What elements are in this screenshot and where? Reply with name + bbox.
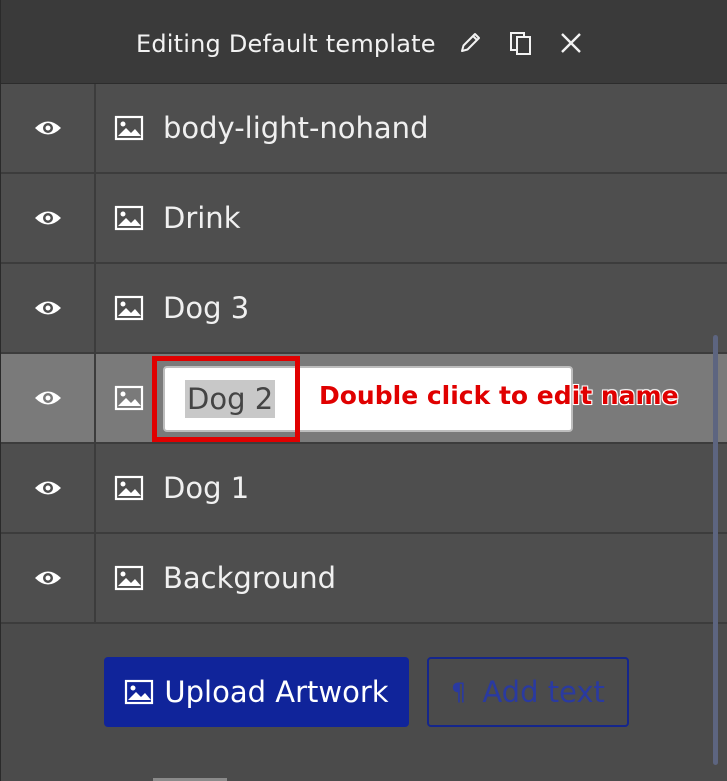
upload-artwork-label: Upload Artwork <box>164 675 389 709</box>
layer-name: Background <box>163 561 337 595</box>
visibility-toggle[interactable] <box>1 534 96 622</box>
layer-row[interactable]: body-light-nohand <box>1 84 727 174</box>
eye-icon <box>34 481 61 495</box>
layer-name: Dog 3 <box>163 291 250 325</box>
eye-icon <box>34 301 61 315</box>
layer-name-selected-text[interactable]: Dog 2 <box>185 380 276 418</box>
layer-row[interactable]: Dog 1 <box>1 444 727 534</box>
visibility-toggle[interactable] <box>1 444 96 532</box>
image-icon <box>114 565 144 591</box>
layer-row[interactable]: Dog 3 <box>1 264 727 354</box>
layer-list: body-light-nohand Drink Dog 3 Dog 2 Doub… <box>1 84 727 624</box>
annotation-callout: Double click to edit name <box>319 381 679 410</box>
close-icon <box>561 33 581 53</box>
layer-row-selected[interactable]: Dog 2 Double click to edit name <box>1 354 727 444</box>
add-text-label: Add text <box>482 675 605 709</box>
layer-name: body-light-nohand <box>163 111 429 145</box>
duplicate-template-button[interactable] <box>504 26 538 60</box>
eye-icon <box>34 391 61 405</box>
panel-header: Editing Default template <box>1 0 727 84</box>
eye-icon <box>34 121 61 135</box>
layer-row[interactable]: Drink <box>1 174 727 264</box>
add-text-button[interactable]: ¶ Add text <box>427 657 629 727</box>
layer-name: Dog 1 <box>163 471 250 505</box>
visibility-toggle[interactable] <box>1 84 96 172</box>
layer-name: Drink <box>163 201 241 235</box>
eye-icon <box>34 571 61 585</box>
layer-row[interactable]: Background <box>1 534 727 624</box>
image-icon <box>125 679 154 705</box>
visibility-toggle[interactable] <box>1 174 96 262</box>
image-icon <box>114 475 144 501</box>
upload-artwork-button[interactable]: Upload Artwork <box>104 657 409 727</box>
pencil-icon <box>461 33 480 52</box>
eye-icon <box>34 211 61 225</box>
pilcrow-icon: ¶ <box>451 678 467 706</box>
image-icon <box>114 295 144 321</box>
duplicate-icon <box>510 32 531 55</box>
image-icon <box>114 205 144 231</box>
template-editor-panel: Editing Default template body-light-noha… <box>0 0 727 781</box>
layer-list-scrollbar[interactable] <box>713 335 718 765</box>
visibility-toggle[interactable] <box>1 264 96 352</box>
panel-title: Editing Default template <box>136 30 436 58</box>
image-icon <box>114 385 144 411</box>
image-icon <box>114 115 144 141</box>
visibility-toggle[interactable] <box>1 354 96 442</box>
close-button[interactable] <box>554 26 588 60</box>
rename-template-button[interactable] <box>453 26 487 60</box>
